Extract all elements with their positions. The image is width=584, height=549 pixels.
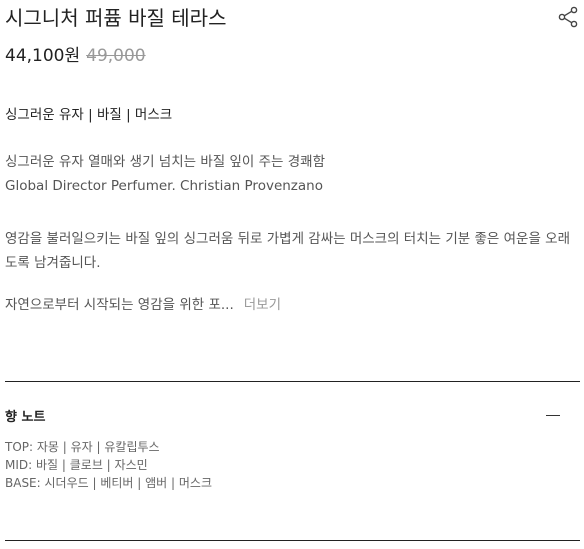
price-row: 44,100원 49,000	[5, 41, 146, 66]
scent-notes-list: TOP: 자몽 | 유자 | 유칼립투스 MID: 바질 | 클로브 | 자스민…	[5, 438, 212, 492]
description-truncated: 자연으로부터 시작되는 영감을 위한 포... 더보기	[5, 293, 281, 317]
mid-notes: MID: 바질 | 클로브 | 자스민	[5, 458, 148, 472]
perfumer-credit: Global Director Perfumer. Christian Prov…	[5, 178, 323, 194]
share-button[interactable]	[557, 6, 579, 28]
sale-price: 44,100원	[5, 46, 81, 66]
product-detail: 시그니처 퍼퓸 바질 테라스 44,100원 49,000 싱그러운 유자 | 바…	[0, 0, 584, 549]
scent-notes-title[interactable]: 향 노트	[5, 406, 45, 425]
minus-icon[interactable]	[546, 415, 560, 416]
notes-summary: 싱그러운 유자 | 바질 | 머스크	[5, 107, 173, 123]
divider-bottom	[5, 540, 580, 541]
base-notes: BASE: 시더우드 | 베티버 | 앰버 | 머스크	[5, 476, 212, 490]
description-line-1: 싱그러운 유자 열매와 생기 넘치는 바질 잎이 주는 경쾌함	[5, 154, 325, 170]
divider-top	[5, 381, 580, 382]
description-intro: 싱그러운 유자 열매와 생기 넘치는 바질 잎이 주는 경쾌함 Global D…	[5, 150, 325, 198]
description-body: 영감을 불러일으키는 바질 잎의 싱그러움 뒤로 가볍게 감싸는 머스크의 터치…	[5, 231, 571, 271]
more-link[interactable]: 더보기	[244, 297, 281, 313]
share-icon	[558, 6, 578, 28]
product-title: 시그니처 퍼퓸 바질 테라스	[5, 6, 227, 30]
original-price: 49,000	[86, 46, 146, 66]
description-excerpt: 자연으로부터 시작되는 영감을 위한 포...	[5, 297, 234, 313]
top-notes: TOP: 자몽 | 유자 | 유칼립투스	[5, 440, 160, 454]
